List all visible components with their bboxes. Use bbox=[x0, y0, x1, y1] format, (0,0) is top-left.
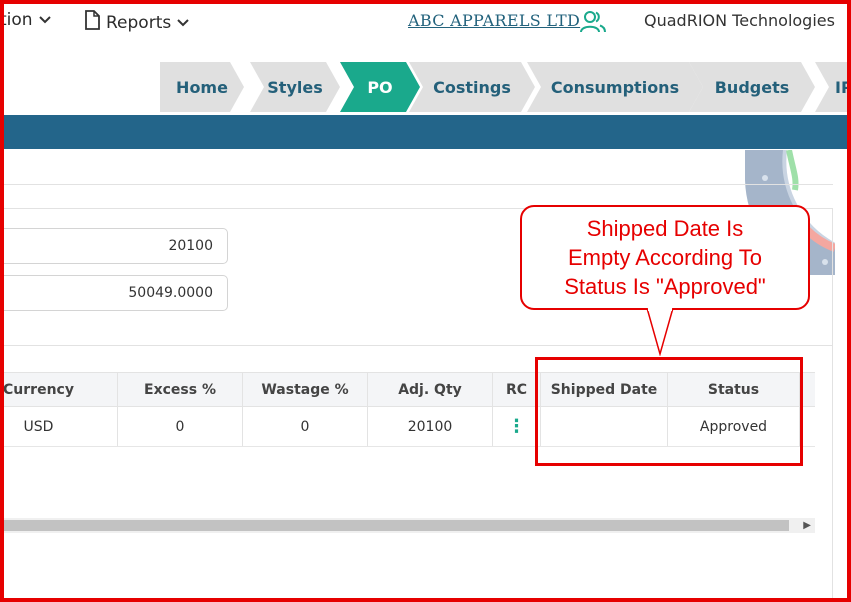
annotation-callout: Shipped Date Is Empty According To Statu… bbox=[520, 205, 810, 310]
callout-line-1: Shipped Date Is bbox=[586, 216, 744, 241]
callout-line-2: Empty According To bbox=[567, 245, 763, 270]
menu-dropdown-partial[interactable]: tion bbox=[0, 10, 51, 30]
callout-pointer bbox=[646, 308, 674, 356]
tab-costings[interactable]: Costings bbox=[409, 62, 535, 112]
cell-currency: USD bbox=[0, 407, 118, 446]
company-link[interactable]: ABC APPARELS LTD bbox=[408, 11, 580, 30]
annotation-highlight-box bbox=[535, 357, 803, 466]
vendor-name: QuadRION Technologies bbox=[644, 11, 835, 30]
kebab-menu-icon[interactable]: ⋮ bbox=[508, 417, 526, 436]
panel-edge bbox=[832, 208, 833, 598]
header-band bbox=[0, 115, 851, 149]
document-icon bbox=[84, 10, 100, 35]
scrollbar-thumb[interactable] bbox=[0, 520, 789, 531]
tab-ip[interactable]: IP bbox=[815, 62, 851, 112]
scroll-right-icon[interactable]: ▶ bbox=[803, 518, 811, 533]
reports-menu[interactable]: Reports bbox=[84, 10, 189, 35]
chevron-down-icon bbox=[177, 16, 189, 30]
divider bbox=[0, 184, 833, 185]
users-icon[interactable] bbox=[580, 10, 606, 34]
nav-tabs: Home Styles PO Costings Consumptions Bud… bbox=[0, 62, 851, 114]
tab-consumptions[interactable]: Consumptions bbox=[527, 62, 703, 112]
tab-po[interactable]: PO bbox=[340, 62, 420, 112]
tab-styles[interactable]: Styles bbox=[250, 62, 340, 112]
reports-label: Reports bbox=[106, 12, 172, 33]
callout-line-3: Status Is "Approved" bbox=[564, 274, 766, 299]
col-adj-qty[interactable]: Adj. Qty bbox=[368, 373, 493, 406]
chevron-down-icon bbox=[38, 13, 51, 27]
quantity-field[interactable]: 20100 bbox=[0, 228, 228, 264]
col-wastage[interactable]: Wastage % bbox=[243, 373, 368, 406]
cell-adj-qty: 20100 bbox=[368, 407, 493, 446]
tab-home[interactable]: Home bbox=[160, 62, 244, 112]
divider bbox=[0, 345, 833, 346]
cell-rc: ⋮ bbox=[493, 407, 541, 446]
cell-excess: 0 bbox=[118, 407, 243, 446]
col-excess[interactable]: Excess % bbox=[118, 373, 243, 406]
menu-partial-label: tion bbox=[0, 10, 33, 30]
col-currency[interactable]: Currency bbox=[0, 373, 118, 406]
amount-field[interactable]: 50049.0000 bbox=[0, 275, 228, 311]
tab-budgets[interactable]: Budgets bbox=[689, 62, 815, 112]
cell-wastage: 0 bbox=[243, 407, 368, 446]
horizontal-scrollbar[interactable]: ▶ bbox=[0, 518, 815, 533]
top-bar: tion Reports ABC APPARELS LTD QuadRION T… bbox=[0, 0, 851, 46]
col-rc[interactable]: RC bbox=[493, 373, 541, 406]
